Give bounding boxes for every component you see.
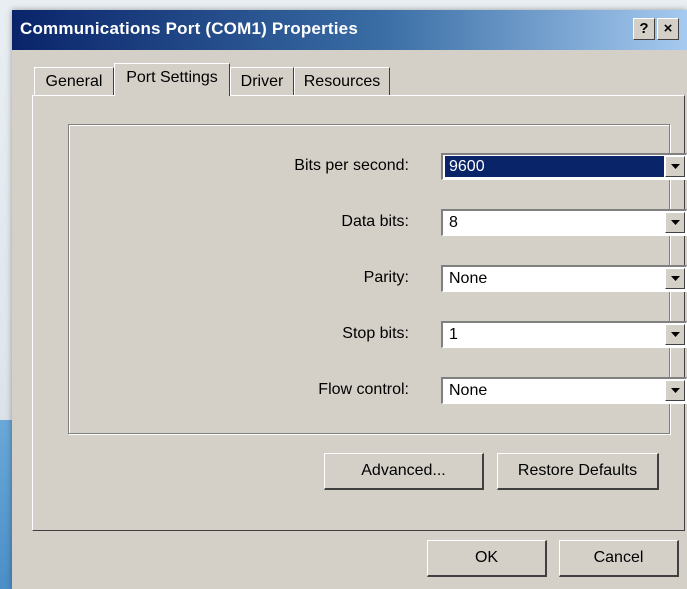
data-bits-value: 8 — [449, 214, 458, 231]
tab-port-settings[interactable]: Port Settings — [114, 63, 230, 96]
bits-per-second-label: Bits per second: — [294, 157, 409, 174]
tab-resources[interactable]: Resources — [294, 67, 390, 95]
title-bar[interactable]: Communications Port (COM1) Properties ? … — [12, 10, 687, 50]
tab-driver[interactable]: Driver — [230, 67, 294, 95]
restore-defaults-button[interactable]: Restore Defaults — [497, 453, 659, 490]
flow-control-label: Flow control: — [318, 381, 409, 398]
stop-bits-label: Stop bits: — [342, 325, 409, 342]
flow-control-dropdown[interactable]: None — [441, 377, 687, 404]
port-settings-panel: Bits per second: 9600 Data bits: 8 Parit… — [32, 95, 687, 531]
flow-control-value: None — [449, 382, 488, 399]
tab-general[interactable]: General — [34, 67, 114, 95]
data-bits-dropdown[interactable]: 8 — [441, 209, 687, 236]
chevron-down-icon[interactable] — [665, 380, 685, 401]
parity-value: None — [449, 270, 488, 287]
chevron-down-icon[interactable] — [665, 156, 685, 177]
settings-group-box: Bits per second: 9600 Data bits: 8 Parit… — [68, 124, 687, 434]
chevron-down-icon[interactable] — [665, 324, 685, 345]
stop-bits-value: 1 — [449, 326, 458, 343]
parity-dropdown[interactable]: None — [441, 265, 687, 292]
data-bits-label: Data bits: — [341, 213, 409, 230]
stop-bits-dropdown[interactable]: 1 — [441, 321, 687, 348]
bits-per-second-value: 9600 — [445, 156, 664, 177]
close-button[interactable]: × — [657, 18, 679, 40]
chevron-down-icon[interactable] — [665, 212, 685, 233]
help-button[interactable]: ? — [633, 18, 655, 40]
bits-per-second-dropdown[interactable]: 9600 — [441, 153, 687, 180]
window-title: Communications Port (COM1) Properties — [20, 19, 358, 38]
ok-button[interactable]: OK — [427, 540, 547, 577]
advanced-button[interactable]: Advanced... — [324, 453, 484, 490]
chevron-down-icon[interactable] — [665, 268, 685, 289]
parity-label: Parity: — [363, 269, 409, 286]
cancel-button[interactable]: Cancel — [559, 540, 679, 577]
properties-dialog: Communications Port (COM1) Properties ? … — [12, 10, 687, 589]
